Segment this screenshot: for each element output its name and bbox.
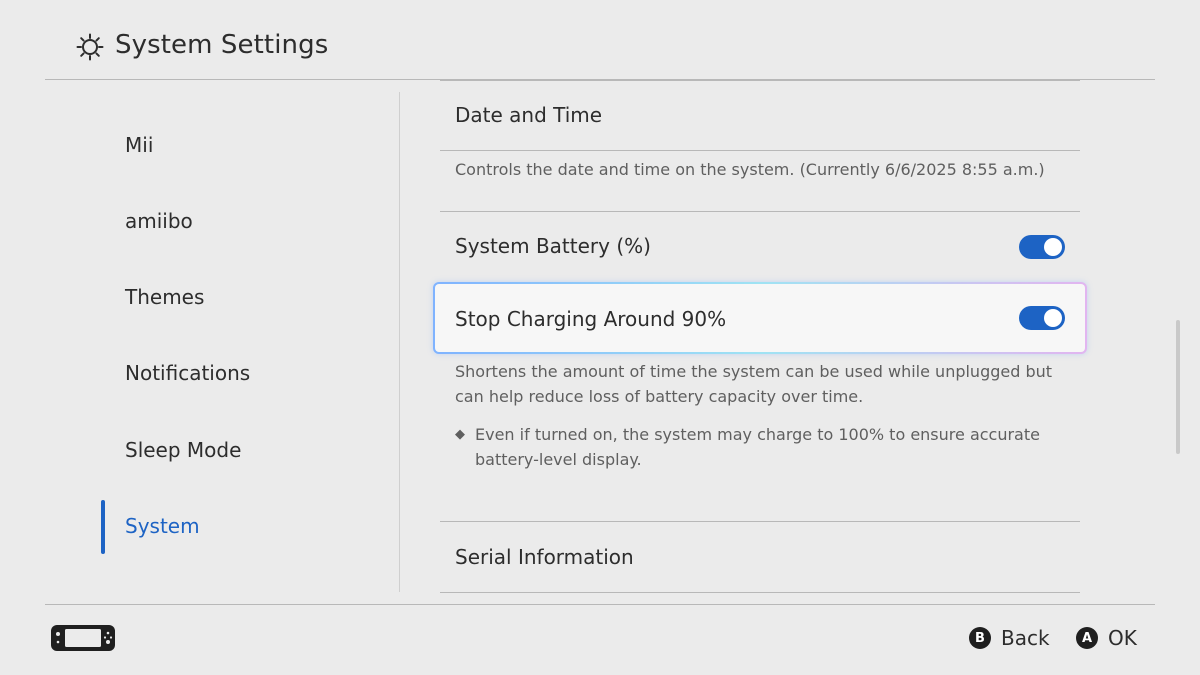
system-settings-screen: System Settings Mii amiibo Themes Notifi… bbox=[0, 0, 1200, 675]
sidebar[interactable]: Mii amiibo Themes Notifications Sleep Mo… bbox=[45, 80, 400, 605]
row-divider bbox=[440, 80, 1080, 81]
stop-charging-note-text: Even if turned on, the system may charge… bbox=[475, 425, 1040, 469]
ok-button[interactable]: A OK bbox=[1076, 624, 1137, 652]
footer-divider bbox=[45, 604, 1155, 605]
stop-charging-label: Stop Charging Around 90% bbox=[455, 307, 727, 331]
scrollbar[interactable] bbox=[1176, 320, 1180, 454]
sidebar-item-themes[interactable]: Themes bbox=[125, 285, 204, 309]
sidebar-active-indicator bbox=[101, 500, 105, 554]
stop-charging-note: ◆ Even if turned on, the system may char… bbox=[455, 422, 1055, 472]
stop-charging-description: Shortens the amount of time the system c… bbox=[455, 362, 1053, 406]
row-divider bbox=[440, 521, 1080, 522]
sidebar-item-system[interactable]: System bbox=[125, 514, 200, 538]
serial-information-setting[interactable]: Serial Information bbox=[455, 545, 634, 569]
sidebar-item-notifications[interactable]: Notifications bbox=[125, 361, 250, 385]
sidebar-item-sleep-mode[interactable]: Sleep Mode bbox=[125, 438, 241, 462]
date-time-description: Controls the date and time on the system… bbox=[455, 160, 1045, 179]
gear-icon bbox=[76, 33, 104, 61]
row-divider bbox=[440, 592, 1080, 593]
sidebar-item-amiibo[interactable]: amiibo bbox=[125, 209, 193, 233]
diamond-bullet-icon: ◆ bbox=[455, 427, 465, 442]
ok-label: OK bbox=[1108, 626, 1137, 650]
a-button-icon: A bbox=[1076, 627, 1098, 649]
toggle-knob bbox=[1044, 309, 1062, 327]
b-button-icon: B bbox=[969, 627, 991, 649]
handheld-console-icon bbox=[51, 625, 115, 651]
stop-charging-toggle[interactable] bbox=[1019, 306, 1065, 330]
back-button[interactable]: B Back bbox=[969, 624, 1050, 652]
stop-charging-setting[interactable]: Stop Charging Around 90% bbox=[433, 282, 1087, 354]
header: System Settings bbox=[0, 0, 1200, 80]
system-battery-label: System Battery (%) bbox=[455, 234, 651, 258]
date-time-setting[interactable]: Date and Time bbox=[455, 103, 602, 127]
settings-panel: Date and Time Controls the date and time… bbox=[400, 80, 1180, 605]
system-battery-toggle[interactable] bbox=[1019, 235, 1065, 259]
back-label: Back bbox=[1001, 626, 1050, 650]
page-title: System Settings bbox=[115, 30, 329, 60]
sidebar-item-mii[interactable]: Mii bbox=[125, 133, 153, 157]
row-divider bbox=[440, 211, 1080, 212]
row-divider bbox=[440, 150, 1080, 151]
toggle-knob bbox=[1044, 238, 1062, 256]
